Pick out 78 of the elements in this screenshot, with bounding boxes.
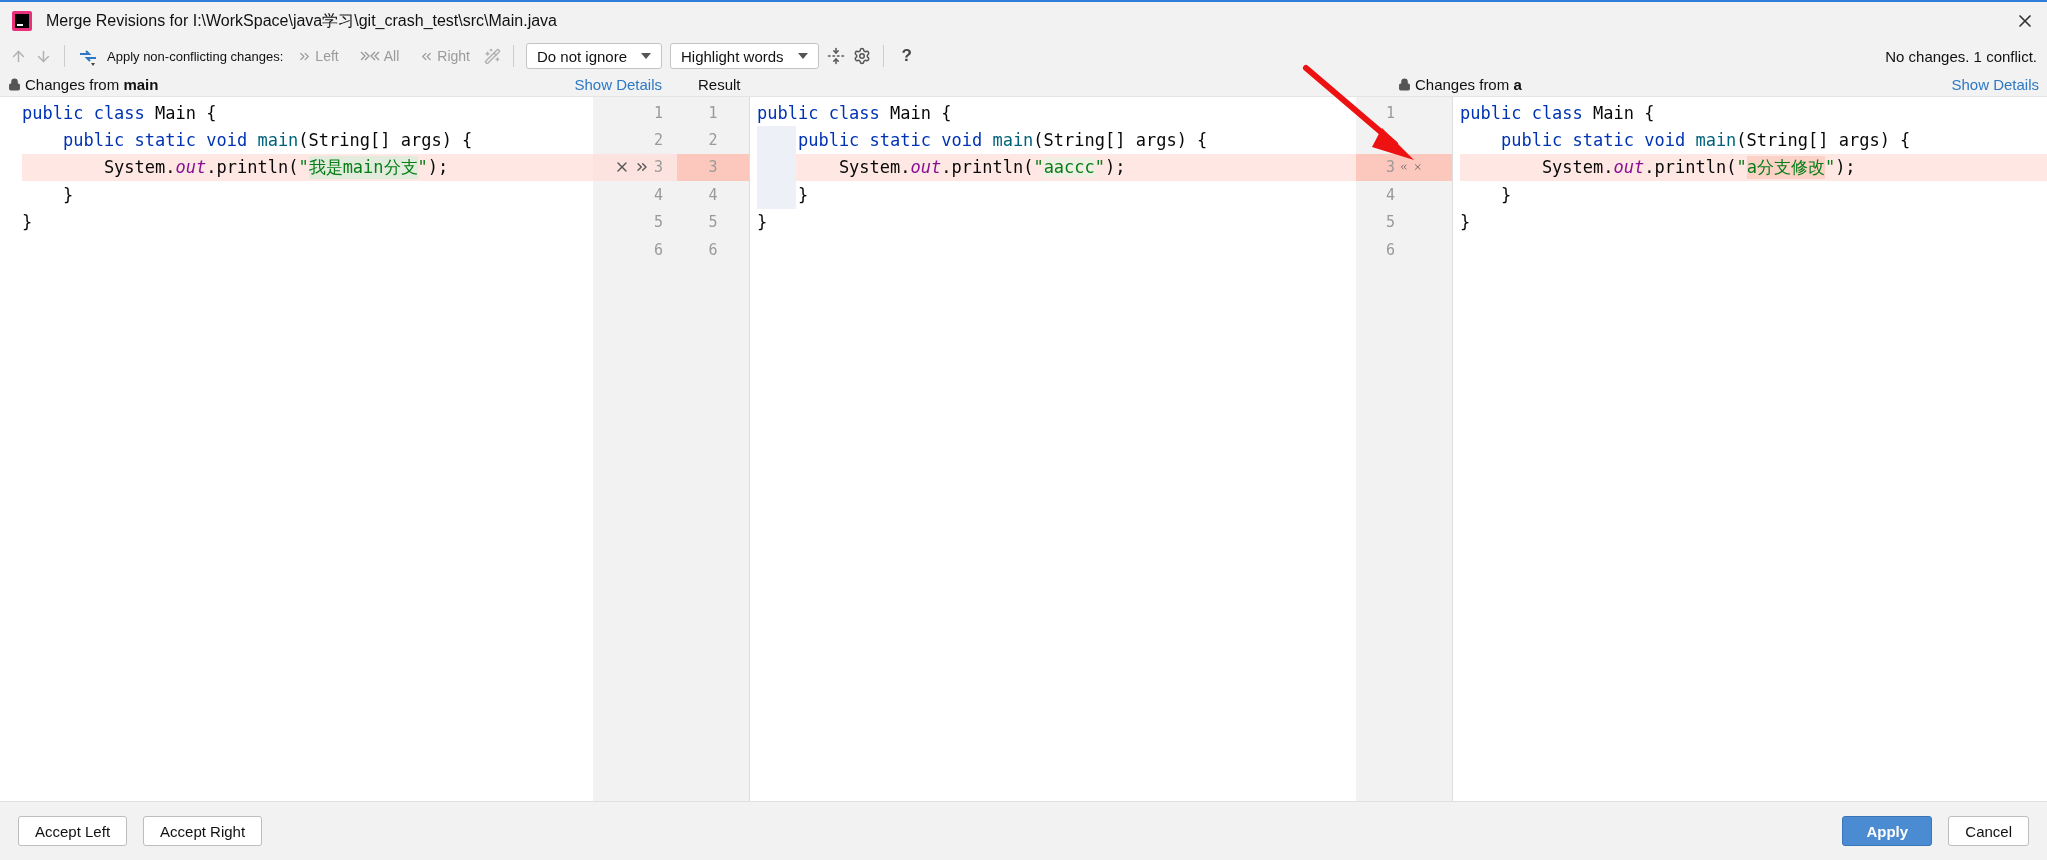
code-text: public class — [22, 102, 145, 123]
code-text: ); — [1835, 157, 1856, 178]
code-text: " — [417, 157, 428, 178]
help-button[interactable]: ? — [895, 46, 918, 66]
code-text: out — [175, 157, 207, 178]
code-text: System. — [102, 157, 176, 178]
code-text: (String[] args) { — [298, 130, 473, 151]
code-text: System. — [1540, 157, 1614, 178]
apply-label: Apply non-conflicting changes: — [107, 48, 284, 64]
line-number: 3 — [1386, 158, 1396, 177]
line-number: 4 — [653, 185, 663, 204]
code-text: } — [22, 212, 33, 233]
line-number: 6 — [653, 240, 663, 259]
code-text: " — [1824, 157, 1836, 178]
line-number: 5 — [708, 213, 718, 232]
changed-text: aaccc — [1043, 157, 1095, 178]
line-number: 2 — [708, 131, 718, 150]
code-text: } — [757, 212, 768, 233]
status-text: No changes. 1 conflict. — [1885, 47, 2037, 65]
line-number: 5 — [1386, 213, 1396, 232]
settings-icon[interactable] — [852, 47, 871, 65]
code-text: (String[] args) { — [1736, 130, 1911, 151]
code-text: out — [910, 157, 942, 178]
line-number: 3 — [708, 158, 718, 177]
code-text: } — [1460, 212, 1471, 233]
show-details-link[interactable]: Show Details — [1951, 75, 2039, 93]
dropdown[interactable]: Do not ignore — [525, 43, 662, 69]
code-text: .println( — [941, 157, 1034, 178]
window-title: Merge Revisions for I:\WorkSpace\java学习\git_crash_test\src\Main.java — [46, 10, 558, 31]
chevrons-inward-icon — [358, 49, 381, 63]
line-number: 3 — [653, 158, 663, 177]
code-text: Main { — [889, 102, 952, 123]
line-number: 5 — [653, 213, 663, 232]
code-text: public static void — [61, 130, 248, 151]
code-text: } — [796, 184, 809, 205]
pane-title: Changes from main — [25, 75, 159, 93]
line-number: 6 — [708, 240, 718, 259]
code-text: public class — [1460, 102, 1583, 123]
changed-text: 我是main分支 — [308, 155, 418, 179]
code-text: " — [1094, 157, 1106, 178]
line-number: 1 — [708, 103, 718, 122]
line-number: 4 — [1386, 185, 1396, 204]
pane-title: Result — [698, 75, 741, 93]
pane-title: Changes from a — [1415, 75, 1522, 93]
code-text: " — [298, 157, 309, 178]
footer-button[interactable]: Apply — [1842, 816, 1933, 846]
line-number: 1 — [653, 103, 663, 122]
code-text: Main { — [154, 102, 217, 123]
code-text: .println( — [1644, 157, 1737, 178]
code-text: public static void — [796, 130, 983, 151]
code-text: } — [1499, 184, 1512, 205]
code-text: ); — [1105, 157, 1126, 178]
code-text: public static void — [1499, 130, 1686, 151]
show-details-link[interactable]: Show Details — [574, 75, 662, 93]
code-text: main — [256, 130, 299, 151]
code-text: ); — [427, 157, 449, 178]
footer-button[interactable]: Cancel — [1948, 816, 2029, 846]
line-number: 1 — [1386, 103, 1396, 122]
line-number: 6 — [1386, 240, 1396, 259]
code-text: .println( — [206, 157, 299, 178]
footer-button[interactable]: Accept Right — [143, 816, 263, 846]
changed-text: a分支修改 — [1746, 155, 1825, 179]
code-text: } — [61, 184, 74, 205]
collapse-icon[interactable] — [826, 47, 845, 65]
code-text: main — [991, 130, 1034, 151]
code-text: public class — [757, 102, 880, 123]
code-text: (String[] args) { — [1033, 130, 1208, 151]
code-text: main — [1694, 130, 1737, 151]
line-number: 4 — [708, 185, 718, 204]
code-text: " — [1033, 157, 1044, 178]
code-text: Main { — [1592, 102, 1655, 123]
code-text: System. — [837, 157, 911, 178]
line-number: 2 — [653, 131, 663, 150]
footer-button[interactable]: Accept Left — [18, 816, 128, 846]
code-text: out — [1613, 157, 1645, 178]
dropdown[interactable]: Highlight words — [670, 43, 819, 69]
code-text: " — [1736, 157, 1747, 178]
app-logo-icon — [12, 11, 32, 31]
